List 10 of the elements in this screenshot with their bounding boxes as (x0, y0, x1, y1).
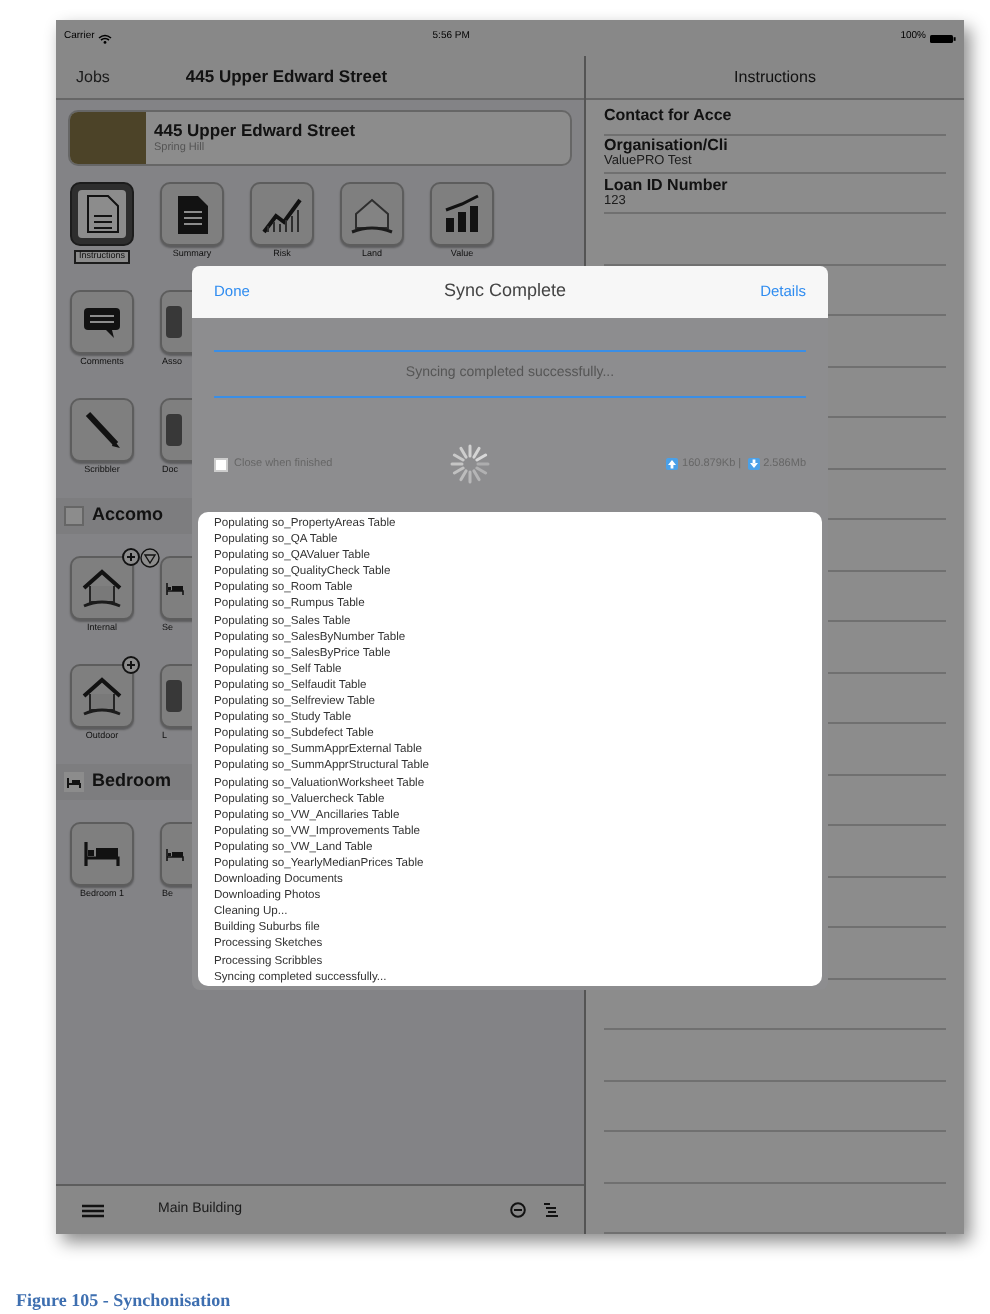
field-label: Contact for Acce (604, 108, 734, 125)
job-title: 445 Upper Edward Street (154, 122, 356, 139)
section-title: Accomo (92, 502, 164, 529)
section-title: Bedroom (92, 768, 172, 795)
panel-title: Instructions (734, 65, 816, 89)
nav-title: 445 Upper Edward Street (185, 64, 388, 90)
figure-caption: Figure 105 - Synchonisation (16, 1290, 231, 1310)
field-label: Loan ID Number (604, 177, 730, 194)
dialog-title: Sync Complete (441, 278, 569, 305)
field-label: Organisation/Cli (604, 138, 730, 155)
